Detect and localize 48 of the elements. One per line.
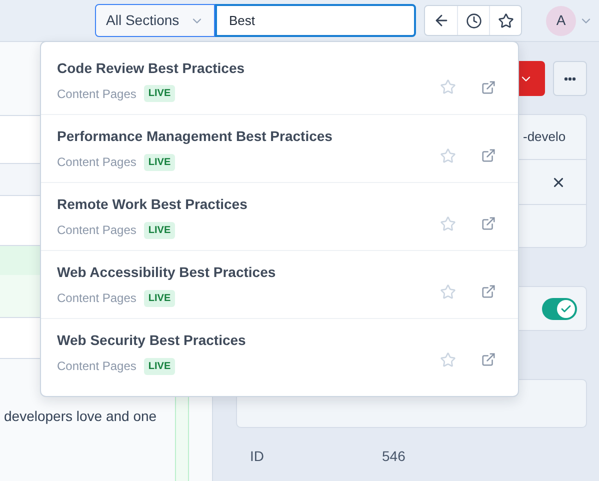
search-result-item[interactable]: Web Accessibility Best Practices Content Pages LIVE <box>41 250 518 318</box>
id-label: ID <box>250 447 265 466</box>
status-badge: LIVE <box>144 85 175 102</box>
section-dropdown[interactable]: All Sections <box>95 4 215 37</box>
result-title: Remote Work Best Practices <box>57 195 248 214</box>
star-icon <box>440 148 456 164</box>
status-badge: LIVE <box>144 222 175 238</box>
result-title: Web Security Best Practices <box>57 331 247 350</box>
search-result-item[interactable]: Performance Management Best Practices Content Pages LIVE <box>41 114 518 182</box>
star-icon <box>440 79 456 95</box>
slug-text: -develo <box>523 128 566 146</box>
star-icon <box>440 216 456 232</box>
open-link-button[interactable] <box>481 148 496 163</box>
external-link-icon <box>481 80 496 94</box>
status-badge: LIVE <box>144 358 175 374</box>
open-link-button[interactable] <box>481 216 496 231</box>
search-field[interactable]: Best <box>215 4 416 37</box>
content-text: developers love and one <box>4 407 158 426</box>
result-section: Content Pages <box>57 221 136 239</box>
search-result-item[interactable]: Web Security Best Practices Content Pages LIVE <box>41 318 518 386</box>
check-icon <box>560 302 572 314</box>
external-link-icon <box>481 148 496 163</box>
result-section: Content Pages <box>57 289 136 307</box>
external-link-icon <box>481 216 496 231</box>
open-link-button[interactable] <box>481 80 496 94</box>
user-avatar[interactable]: A <box>546 6 576 36</box>
star-icon <box>440 284 456 300</box>
result-section: Content Pages <box>57 84 136 102</box>
status-badge: LIVE <box>144 290 175 306</box>
search-result-item[interactable]: Code Review Best Practices Content Pages LIVE <box>41 46 518 114</box>
more-button[interactable] <box>553 61 587 96</box>
open-link-button[interactable] <box>481 352 496 367</box>
open-link-button[interactable] <box>481 284 496 299</box>
result-title: Performance Management Best Practices <box>57 127 334 146</box>
result-title: Web Accessibility Best Practices <box>57 263 277 282</box>
result-section: Content Pages <box>57 357 136 375</box>
more-icon <box>564 76 576 80</box>
search-result-item[interactable]: Remote Work Best Practices Content Pages LIVE <box>41 182 518 250</box>
id-value: 546 <box>382 447 406 466</box>
status-badge: LIVE <box>144 154 175 170</box>
result-title: Code Review Best Practices <box>57 58 246 78</box>
toggle-switch[interactable] <box>542 298 577 320</box>
external-link-icon <box>481 284 496 299</box>
clock-icon <box>466 12 482 28</box>
external-link-icon <box>481 352 496 367</box>
star-icon <box>440 352 456 368</box>
star-icon <box>498 12 514 28</box>
result-section: Content Pages <box>57 153 136 171</box>
